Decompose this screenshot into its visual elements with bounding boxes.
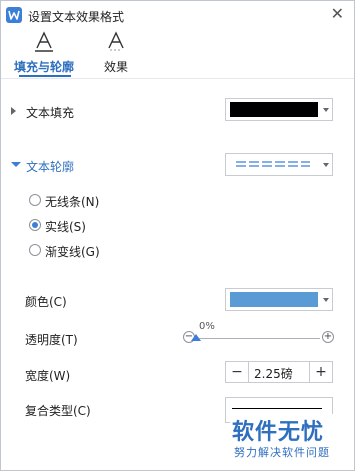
outline-color-swatch (230, 292, 318, 307)
no-line-radio[interactable] (29, 194, 41, 206)
compound-line-preview (232, 408, 322, 409)
fill-outline-icon (9, 31, 79, 53)
solid-line-radio[interactable] (29, 219, 41, 231)
chevron-down-icon (323, 298, 329, 302)
transparency-label: 透明度(T) (25, 333, 78, 347)
text-fill-label[interactable]: 文本填充 (26, 104, 74, 121)
text-outline-label[interactable]: 文本轮廓 (26, 158, 74, 175)
pane-title: 设置文本效果格式 (28, 10, 125, 24)
tab-effects-label: 效果 (103, 60, 128, 74)
text-fill-color-dropdown[interactable] (225, 98, 333, 121)
transparency-slider-thumb[interactable] (191, 334, 201, 341)
color-label: 颜色(C) (25, 295, 67, 309)
width-label: 宽度(W) (25, 369, 71, 383)
width-decrease-button[interactable]: − (226, 362, 249, 382)
increase-transparency-button[interactable]: + (322, 331, 334, 343)
outline-dash-style-dropdown[interactable] (225, 153, 333, 176)
gradient-line-radio[interactable] (29, 244, 41, 256)
format-text-effects-pane: 设置文本效果格式 ✕ 填充与轮廓 效果 文本填充 文本轮廓 无线条(N) 实线(… (0, 0, 355, 471)
compound-type-label: 复合类型(C) (25, 404, 91, 418)
width-increase-button[interactable]: + (309, 362, 332, 382)
text-fill-color-swatch (230, 102, 318, 117)
chevron-down-icon (323, 163, 329, 167)
dash-style-preview (230, 157, 318, 172)
width-value-input[interactable]: 2.25磅 (254, 365, 293, 382)
close-icon[interactable]: ✕ (331, 4, 344, 24)
text-outline-collapse-icon[interactable] (11, 162, 21, 167)
tab-fill-and-outline[interactable]: 填充与轮廓 (9, 29, 79, 77)
width-stepper: − 2.25磅 + (225, 361, 333, 383)
effects-icon (81, 31, 151, 53)
no-line-label[interactable]: 无线条(N) (45, 193, 99, 210)
tab-bar: 填充与轮廓 效果 (1, 29, 354, 79)
watermark-subtitle: 努力解决软件问题 (234, 446, 330, 459)
active-tab-indicator (19, 75, 71, 77)
transparency-value: 0% (199, 321, 215, 332)
watermark-logo: 软件无忧 努力解决软件问题 (230, 414, 348, 464)
title-bar: 设置文本效果格式 ✕ (1, 1, 354, 29)
tab-divider (1, 78, 354, 79)
tab-fill-and-outline-label: 填充与轮廓 (13, 60, 74, 74)
outline-color-dropdown[interactable] (225, 288, 333, 311)
tab-effects[interactable]: 效果 (81, 29, 151, 77)
wps-app-icon (6, 7, 22, 23)
watermark-title: 软件无忧 (232, 420, 325, 445)
text-fill-expand-icon[interactable] (11, 107, 16, 115)
gradient-line-label[interactable]: 渐变线(G) (45, 243, 100, 260)
transparency-slider-track[interactable] (196, 338, 320, 339)
chevron-down-icon (323, 108, 329, 112)
solid-line-label[interactable]: 实线(S) (45, 218, 86, 235)
